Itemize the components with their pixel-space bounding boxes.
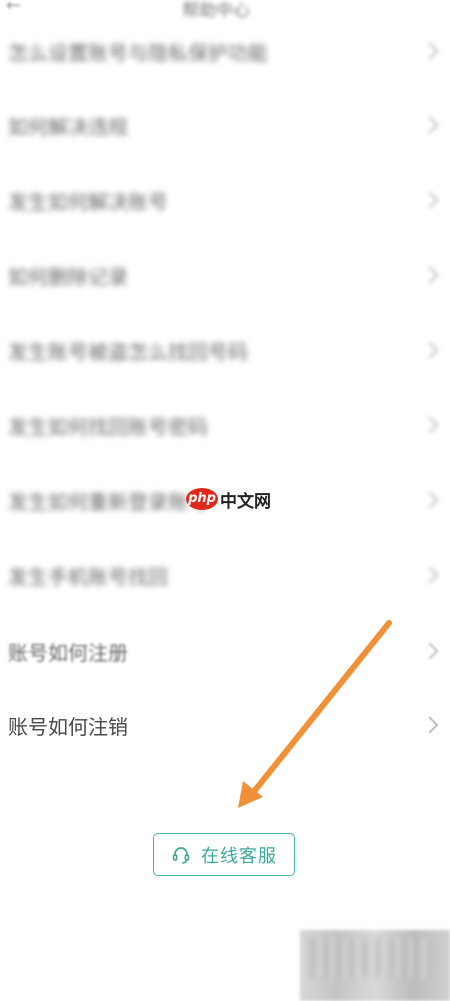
online-support-label: 在线客服 — [201, 845, 277, 867]
online-support-button[interactable]: 在线客服 — [153, 833, 295, 876]
headset-icon — [172, 846, 190, 864]
blurred-corner-image — [300, 930, 450, 1001]
